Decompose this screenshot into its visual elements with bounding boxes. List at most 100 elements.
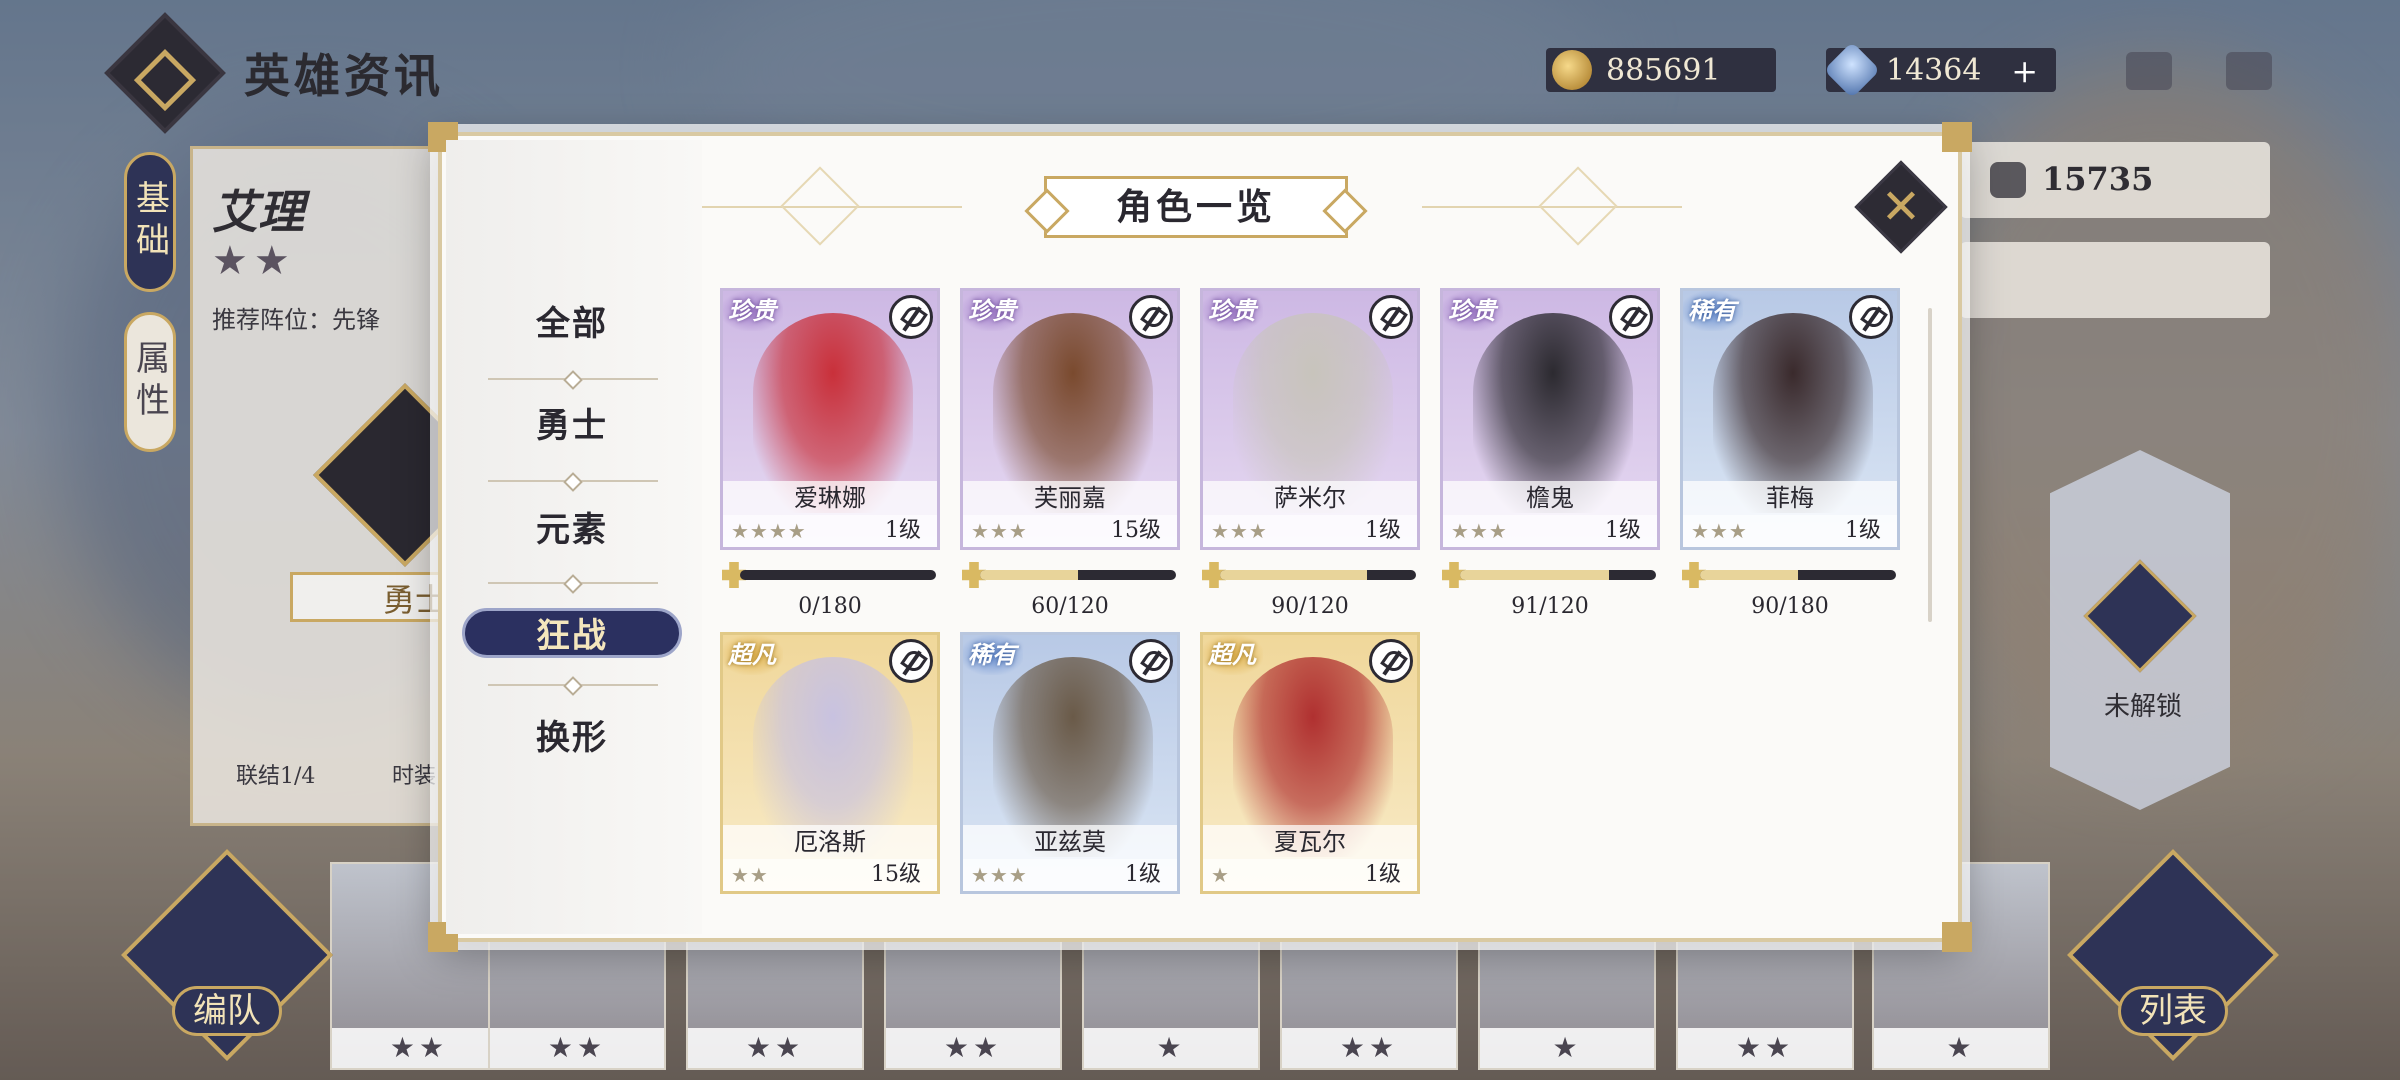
progress-track (980, 570, 1176, 580)
progress-track (1220, 570, 1416, 580)
gold-coin-icon (1552, 50, 1592, 90)
corner-ornament (1942, 122, 1972, 152)
tab-basic[interactable]: 基础 (124, 152, 176, 292)
mail-icon[interactable] (2226, 52, 2272, 90)
modal-title: 角色一览 (1115, 186, 1276, 228)
category-shapeshift[interactable]: 换形 (482, 710, 662, 766)
hero-stars: ★★ (731, 863, 769, 887)
gem-counter: 14364 + (1823, 41, 2056, 99)
hero-info-band: ★★★ 1级 (1203, 515, 1417, 547)
chat-icon[interactable] (2126, 52, 2172, 90)
rarity-badge: 超凡 (1203, 635, 1263, 675)
hero-info-band: ★★ 15级 (723, 859, 937, 891)
roster-stars: ★ (1874, 1028, 2048, 1068)
character-list-modal: 角色一览 ✕ 全部 勇士 元素 狂战 换形 珍贵 爱琳娜 ★★★★ 1级 0/1… (428, 122, 1972, 952)
roster-stars: ★★ (886, 1028, 1060, 1068)
hero-card[interactable]: 珍贵 萨米尔 ★★★ 1级 (1200, 288, 1420, 550)
category-berserker[interactable]: 狂战 (462, 608, 682, 658)
hero-card[interactable]: 稀有 菲梅 ★★★ 1级 (1680, 288, 1900, 550)
hero-card[interactable]: 珍贵 芙丽嘉 ★★★ 15级 (960, 288, 1180, 550)
shard-progress: 91/120 (1440, 558, 1660, 619)
hero-stars: ★★★ (1211, 519, 1268, 543)
rarity-badge: 珍贵 (723, 291, 783, 331)
corner-ornament (1942, 922, 1972, 952)
category-divider (488, 684, 658, 686)
fashion-button[interactable]: 时装 (392, 758, 436, 790)
hero-grid: 珍贵 爱琳娜 ★★★★ 1级 0/180 珍贵 芙丽嘉 ★★★ 15级 60/1… (720, 288, 1930, 928)
hero-name: 萨米尔 (1203, 481, 1417, 515)
category-divider (488, 582, 658, 584)
header-ornament (780, 166, 860, 246)
grid-scrollbar[interactable] (1928, 308, 1932, 622)
link-counter[interactable]: 联结1/4 (236, 758, 315, 790)
roster-stars: ★★ (1678, 1028, 1852, 1068)
hero-card[interactable]: 超凡 厄洛斯 ★★ 15级 (720, 632, 940, 894)
progress-text: 60/120 (1031, 594, 1109, 619)
axe-class-icon (1609, 295, 1653, 339)
hero-name: 亚兹莫 (963, 825, 1177, 859)
header-ornament (1538, 166, 1618, 246)
hero-stars: ★★★★ (731, 519, 807, 543)
shard-progress: 0/180 (720, 558, 940, 619)
hero-stars: ★★★ (1451, 519, 1508, 543)
locked-label: 未解锁 (2104, 692, 2183, 722)
hero-card[interactable]: 珍贵 爱琳娜 ★★★★ 1级 (720, 288, 940, 550)
power-value: 15735 (2042, 160, 2154, 198)
progress-text: 0/180 (798, 594, 862, 619)
gold-counter: 885691 (1546, 48, 1776, 92)
progress-fill (980, 570, 1078, 580)
rarity-badge: 珍贵 (963, 291, 1023, 331)
modal-title-frame: 角色一览 (1016, 176, 1376, 238)
hero-name: 芙丽嘉 (963, 481, 1177, 515)
hero-name: 艾理 (212, 185, 304, 239)
list-button[interactable]: 列表 (2118, 986, 2228, 1036)
hero-card[interactable]: 珍贵 檐鬼 ★★★ 1级 (1440, 288, 1660, 550)
skill-row[interactable] (1960, 242, 2270, 318)
close-icon[interactable]: ✕ (1868, 174, 1934, 240)
roster-stars: ★★ (688, 1028, 862, 1068)
hero-stars: ★ (1211, 863, 1230, 887)
page-title: 英雄资讯 (244, 49, 444, 103)
roster-stars: ★★ (1282, 1028, 1456, 1068)
hero-info-band: ★★★★ 1级 (723, 515, 937, 547)
progress-text: 91/120 (1511, 594, 1589, 619)
hero-level: 15级 (1111, 518, 1161, 543)
progress-text: 90/120 (1271, 594, 1349, 619)
hero-name: 厄洛斯 (723, 825, 937, 859)
progress-fill (1220, 570, 1367, 580)
roster-stars: ★ (1480, 1028, 1654, 1068)
hero-info-band: ★★★ 15级 (963, 515, 1177, 547)
team-button[interactable]: 编队 (172, 986, 282, 1036)
hero-name: 菲梅 (1683, 481, 1897, 515)
gold-value: 885691 (1606, 52, 1721, 88)
axe-class-icon (889, 639, 933, 683)
rarity-badge: 稀有 (1683, 291, 1743, 331)
progress-track (740, 570, 936, 580)
category-all[interactable]: 全部 (482, 296, 662, 352)
back-button[interactable] (104, 12, 226, 134)
hero-info-band: ★★★ 1级 (963, 859, 1177, 891)
category-divider (488, 378, 658, 380)
hero-info-band: ★★★ 1级 (1443, 515, 1657, 547)
tab-attributes[interactable]: 属性 (124, 312, 176, 452)
axe-class-icon (1369, 639, 1413, 683)
roster-stars: ★ (1084, 1028, 1258, 1068)
hero-level: 1级 (1605, 518, 1641, 543)
rarity-badge: 稀有 (963, 635, 1023, 675)
rarity-badge: 超凡 (723, 635, 783, 675)
add-gems-button[interactable]: + (2011, 52, 2038, 90)
hero-level: 1级 (1125, 862, 1161, 887)
shard-progress: 90/120 (1200, 558, 1420, 619)
hero-card[interactable]: 稀有 亚兹莫 ★★★ 1级 (960, 632, 1180, 894)
gem-value: 14364 (1886, 52, 1982, 88)
progress-fill (1460, 570, 1609, 580)
axe-class-icon (1369, 295, 1413, 339)
category-warrior[interactable]: 勇士 (482, 398, 662, 454)
category-element[interactable]: 元素 (482, 502, 662, 558)
roster-stars: ★★ (332, 1028, 506, 1068)
hero-name: 夏瓦尔 (1203, 825, 1417, 859)
hero-name: 爱琳娜 (723, 481, 937, 515)
category-divider (488, 480, 658, 482)
hero-card[interactable]: 超凡 夏瓦尔 ★ 1级 (1200, 632, 1420, 894)
gem-icon (1823, 41, 1881, 99)
